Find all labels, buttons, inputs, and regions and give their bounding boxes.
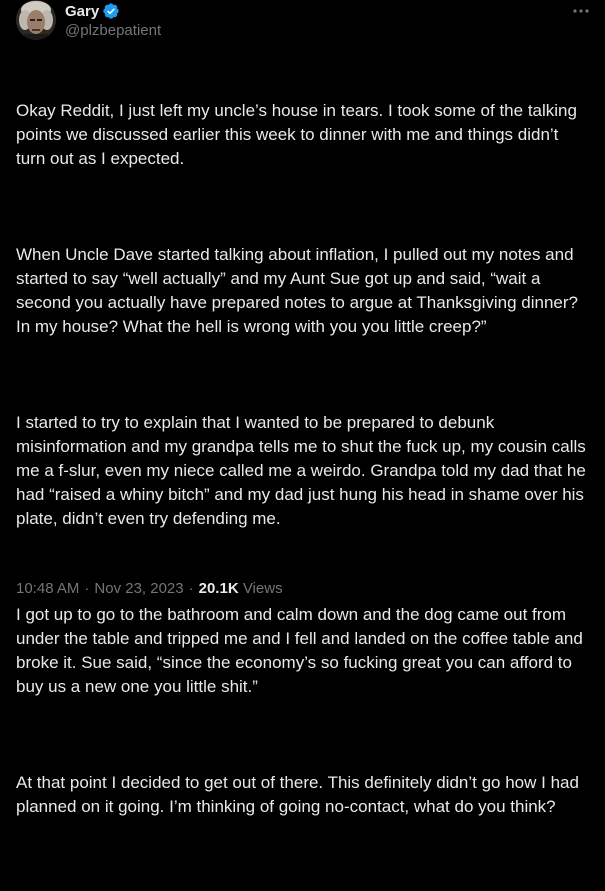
author-info: Gary @plzbepatient [65, 1, 161, 40]
display-name[interactable]: Gary [65, 3, 99, 20]
tweet-time[interactable]: 10:48 AM [16, 580, 79, 597]
avatar-photo [16, 0, 56, 40]
tweet-paragraph: When Uncle Dave started talking about in… [16, 245, 583, 336]
name-row: Gary [65, 1, 161, 21]
tweet-meta: 10:48 AM · Nov 23, 2023 · 20.1K Views [16, 580, 283, 597]
views-label: Views [242, 580, 283, 597]
tweet: Gary @plzbepatient Okay Reddit, I just l… [0, 0, 605, 816]
meta-separator: · [188, 580, 194, 597]
meta-separator: · [84, 580, 90, 597]
tweet-date[interactable]: Nov 23, 2023 [94, 580, 183, 597]
views-count: 20.1K [198, 580, 239, 597]
handle[interactable]: @plzbepatient [65, 22, 161, 39]
more-options-icon[interactable] [571, 4, 591, 18]
verified-badge-icon [102, 2, 120, 20]
tweet-text: Okay Reddit, I just left my uncle’s hous… [16, 51, 591, 891]
tweet-paragraph: I got up to go to the bathroom and calm … [16, 605, 588, 696]
avatar[interactable] [16, 0, 56, 40]
tweet-paragraph: Okay Reddit, I just left my uncle’s hous… [16, 101, 582, 168]
tweet-paragraph: I started to try to explain that I wante… [16, 413, 591, 528]
tweet-paragraph: At that point I decided to get out of th… [16, 773, 584, 816]
